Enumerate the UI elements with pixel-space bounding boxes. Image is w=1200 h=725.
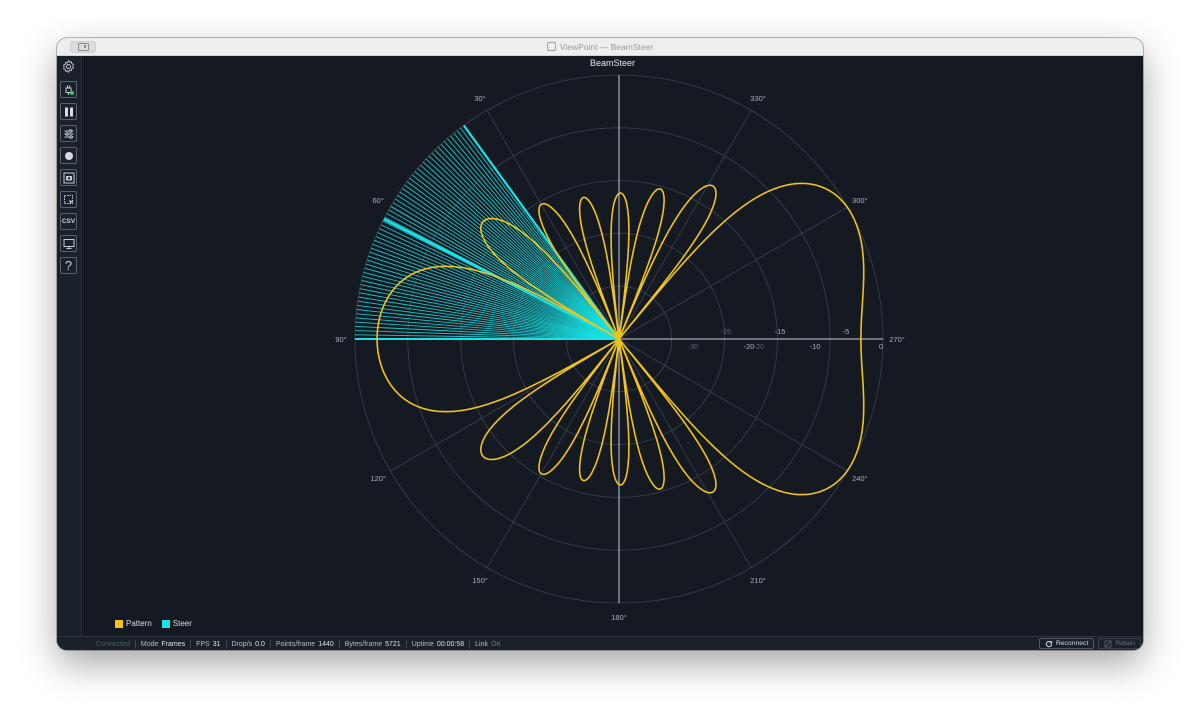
connect-device-button[interactable]: [60, 81, 77, 98]
display-button[interactable]: [60, 235, 77, 252]
angle-tick-label: 270°: [889, 335, 905, 344]
angle-tick-label: 210°: [750, 576, 766, 585]
angle-tick-label: 60°: [373, 196, 384, 205]
angle-tick-label: 150°: [472, 576, 488, 585]
retain-label: Retain: [1115, 640, 1135, 647]
app-window: ViewPoint — BeamSteer CSV ? 180° 150° 12…: [57, 38, 1143, 650]
radial-tick-label-inner: -20: [754, 344, 764, 351]
legend-swatch-pattern: [115, 619, 123, 628]
angle-tick-label: 330°: [750, 94, 766, 103]
steer-ray: [399, 191, 620, 340]
bytes-label: Bytes/frame: [344, 640, 383, 648]
grid-spoke: [618, 338, 848, 472]
link-label: Link: [475, 640, 488, 648]
retain-icon: [1105, 640, 1112, 647]
uptime-label: Uptime: [411, 640, 434, 648]
legend-item-steer[interactable]: Steer: [161, 619, 192, 628]
title-bar: ViewPoint — BeamSteer: [57, 38, 1143, 56]
sliders-icon: [64, 128, 73, 139]
app-icon: [546, 42, 556, 51]
angle-tick-label: 180°: [611, 613, 627, 622]
polar-chart[interactable]: 180° 150° 120° 90° 60° 30° 330° 300° 270° 240° 210…: [82, 56, 1143, 636]
status-bar: Connected Mode Frames FPS 31 Drop/s 0.0 Poi…: [57, 636, 1143, 650]
radial-tick-label: -15: [775, 327, 786, 336]
record-button[interactable]: [60, 147, 77, 164]
drops-value: 0.0: [255, 640, 265, 648]
mode-value: Frames: [161, 640, 186, 648]
radial-tick-label-inner: -25: [721, 329, 731, 336]
legend-label-steer: Steer: [172, 619, 192, 628]
plot-area[interactable]: 180° 150° 120° 90° 60° 30° 330° 300° 270° 240° 210…: [82, 56, 1143, 636]
grid-spoke: [618, 338, 752, 568]
grid-spoke: [618, 206, 848, 340]
reconnect-label: Reconnect: [1055, 640, 1089, 647]
camera-icon: [63, 172, 74, 183]
chart-title: BeamSteer: [589, 58, 636, 68]
steer-ray: [406, 181, 620, 340]
adjust-button[interactable]: [60, 125, 77, 142]
plug-icon: [65, 85, 74, 95]
grid-spoke: [618, 110, 752, 340]
link-value: OK: [490, 640, 502, 648]
select-region-button[interactable]: [60, 191, 77, 208]
monitor-icon: [63, 238, 74, 249]
cursor-select-icon: [63, 194, 73, 204]
radial-tick-label: 0: [879, 342, 883, 351]
sidebar: CSV ?: [57, 56, 82, 636]
drops-label: Drop/s: [231, 640, 253, 648]
help-icon: ?: [64, 258, 73, 273]
angle-tick-label: 120°: [370, 474, 386, 483]
sidebar-toggle-icon: [77, 43, 89, 51]
pause-button[interactable]: [60, 103, 77, 120]
angle-tick-label: 30°: [474, 94, 485, 103]
fps-label: FPS: [196, 640, 210, 648]
points-label: Points/frame: [275, 640, 316, 648]
refresh-icon: [1045, 640, 1053, 647]
export-csv-button[interactable]: CSV: [60, 213, 77, 230]
screenshot-button[interactable]: [60, 169, 77, 186]
csv-label: CSV: [61, 218, 76, 225]
gear-icon: [63, 60, 74, 73]
window-title: ViewPoint — BeamSteer: [559, 41, 654, 52]
radial-tick-label: -5: [843, 327, 850, 336]
legend-label-pattern: Pattern: [126, 619, 152, 628]
radial-tick-label: -10: [810, 342, 821, 351]
chart-legend: Pattern Steer: [115, 619, 192, 628]
help-button[interactable]: ?: [60, 257, 77, 274]
record-icon: [64, 151, 73, 160]
bytes-value: 5721: [385, 640, 401, 648]
steer-series: [354, 124, 620, 341]
legend-swatch-steer: [161, 619, 170, 628]
settings-button[interactable]: [60, 58, 77, 75]
pause-icon: [64, 107, 73, 116]
angle-tick-label: 300°: [852, 196, 868, 205]
radial-tick-label: -20: [744, 342, 755, 351]
legend-item-pattern[interactable]: Pattern: [115, 619, 152, 628]
retain-button[interactable]: Retain: [1098, 638, 1141, 649]
fps-value: 31: [212, 640, 221, 648]
angle-tick-label: 90°: [335, 335, 346, 344]
reconnect-button[interactable]: Reconnect: [1038, 638, 1095, 649]
uptime-value: 00:00:58: [436, 640, 465, 648]
sidebar-toggle-button[interactable]: [70, 41, 96, 53]
connection-status: Connected: [96, 640, 130, 648]
points-value: 1440: [318, 640, 334, 648]
axis-labels: 180° 150° 120° 90° 60° 30° 330° 300° 270° 240° 210…: [335, 94, 904, 622]
mode-label: Mode: [140, 640, 159, 648]
radial-tick-label-inner: -30: [688, 344, 698, 351]
angle-tick-label: 240°: [852, 474, 868, 483]
